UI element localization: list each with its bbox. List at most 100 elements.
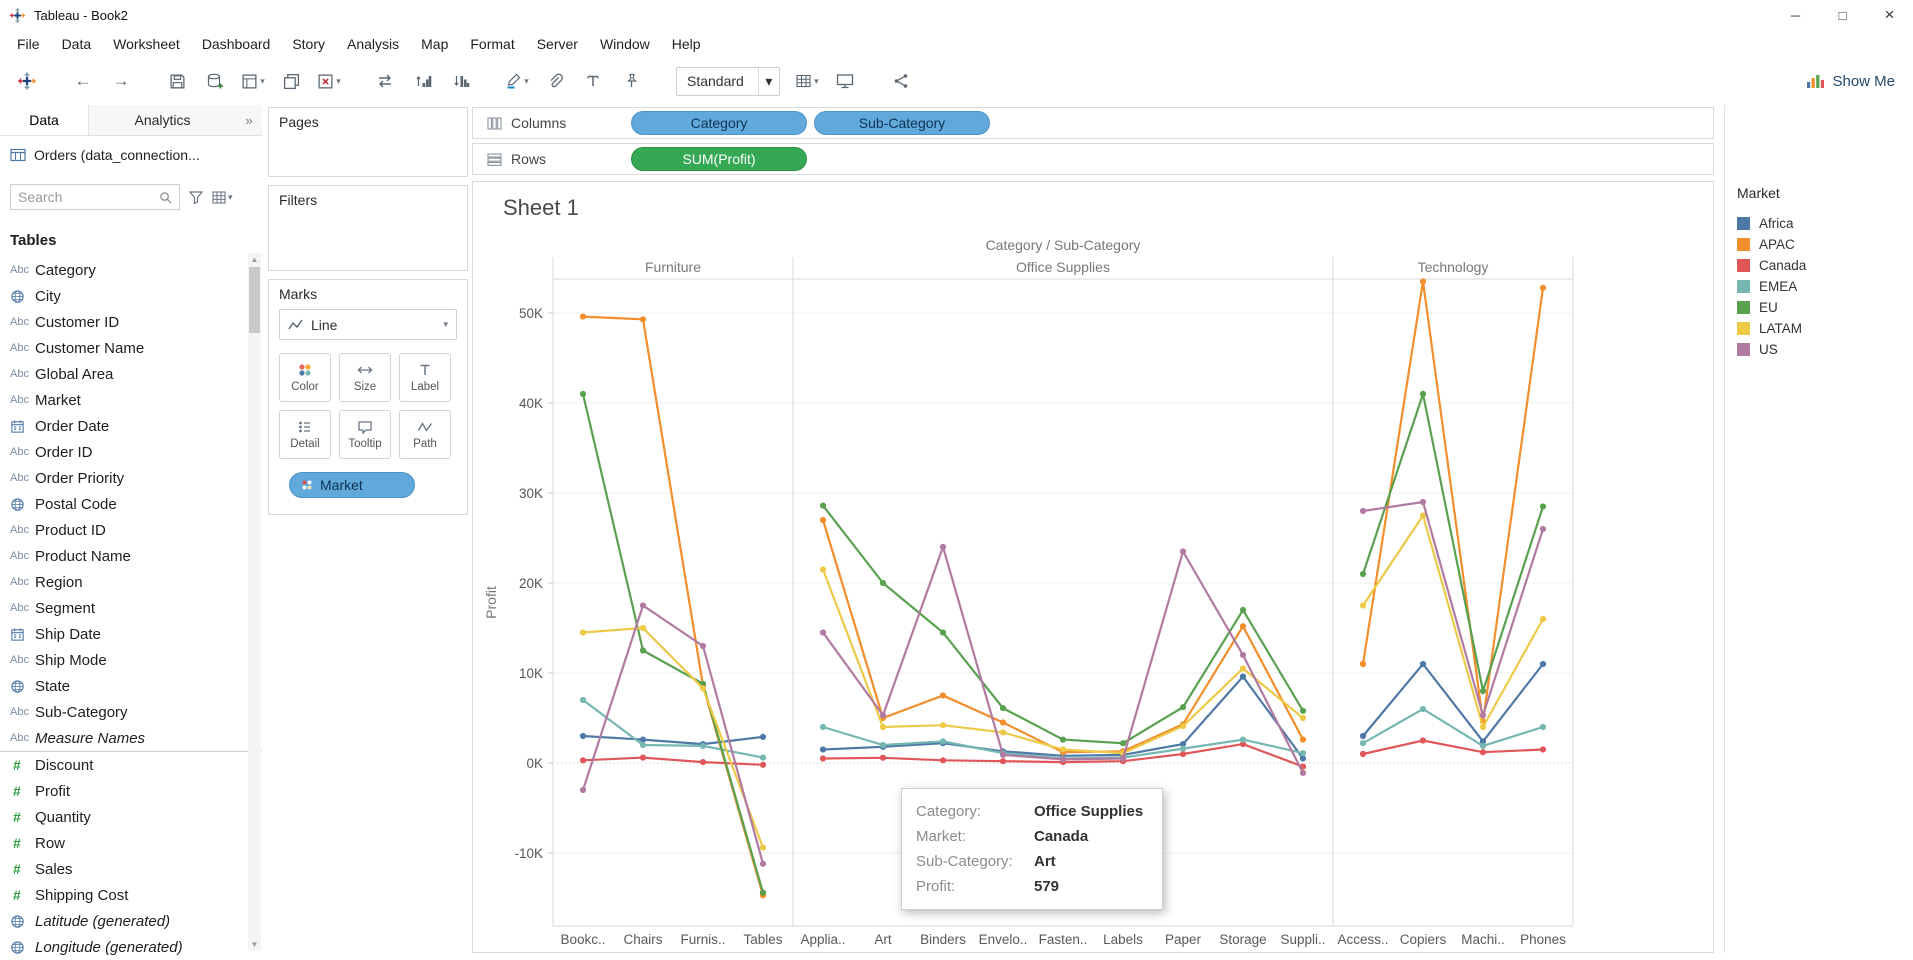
mark-apac[interactable]	[1539, 284, 1547, 291]
mark-us[interactable]	[1299, 769, 1307, 777]
series-line-africa[interactable]	[582, 734, 764, 746]
legend-item-eu[interactable]: EU	[1735, 297, 1905, 318]
field-region[interactable]: Abc Region	[0, 569, 262, 595]
label-button[interactable]: Label	[399, 353, 451, 402]
chevron-down-icon[interactable]: ▾	[757, 67, 779, 95]
field-segment[interactable]: Abc Segment	[0, 595, 262, 621]
new-worksheet-button[interactable]: ▾	[236, 65, 270, 97]
field-order-priority[interactable]: Abc Order Priority	[0, 465, 262, 491]
menu-data[interactable]: Data	[51, 30, 103, 57]
minimize-button[interactable]: ─	[1772, 0, 1819, 30]
field-city[interactable]: City	[0, 283, 262, 309]
mark-canada[interactable]	[1539, 746, 1547, 753]
mark-us[interactable]	[1479, 712, 1487, 719]
mark-emea[interactable]	[579, 696, 587, 704]
mark-apac[interactable]	[939, 692, 947, 699]
mark-us[interactable]	[579, 786, 587, 794]
series-line-eu[interactable]	[581, 393, 765, 893]
mark-latam[interactable]	[1299, 714, 1307, 722]
mark-latam[interactable]	[699, 685, 707, 692]
mark-canada[interactable]	[939, 757, 947, 764]
show-mark-labels-button[interactable]	[576, 65, 610, 97]
save-button[interactable]	[160, 65, 194, 97]
mark-eu[interactable]	[999, 705, 1007, 712]
tab-analytics[interactable]: Analytics	[89, 105, 236, 135]
mark-apac[interactable]	[1419, 278, 1427, 285]
mark-eu[interactable]	[759, 889, 767, 896]
mark-us[interactable]	[699, 642, 707, 650]
field-product-name[interactable]: Abc Product Name	[0, 543, 262, 569]
pill-market[interactable]: Market	[289, 472, 415, 498]
mark-emea[interactable]	[1179, 745, 1187, 752]
mark-eu[interactable]	[819, 502, 827, 509]
pill-sub-category[interactable]: Sub-Category	[814, 111, 990, 135]
series-line-eu[interactable]	[1361, 389, 1545, 696]
mark-emea[interactable]	[879, 741, 887, 749]
mark-us[interactable]	[639, 602, 647, 609]
series-line-africa[interactable]	[1362, 662, 1544, 744]
sort-ascending-button[interactable]	[406, 65, 440, 97]
mark-latam[interactable]	[1179, 723, 1187, 730]
field-category[interactable]: Abc Category	[0, 257, 262, 283]
mark-apac[interactable]	[999, 719, 1007, 726]
show-me-button[interactable]: Show Me	[1806, 73, 1895, 90]
mark-emea[interactable]	[1539, 723, 1547, 731]
mark-emea[interactable]	[819, 723, 827, 731]
mark-eu[interactable]	[1479, 687, 1487, 695]
mark-africa[interactable]	[1539, 660, 1547, 668]
legend-item-emea[interactable]: EMEA	[1735, 276, 1905, 297]
pane-menu-icon[interactable]: »	[236, 105, 262, 135]
mark-canada[interactable]	[1179, 750, 1187, 758]
mark-emea[interactable]	[1359, 740, 1367, 747]
mark-emea[interactable]	[1239, 736, 1247, 743]
mark-emea[interactable]	[1479, 742, 1487, 750]
series-line-emea[interactable]	[1362, 707, 1544, 748]
mark-us[interactable]	[759, 860, 767, 867]
field-sales[interactable]: # Sales	[0, 856, 262, 882]
mark-latam[interactable]	[1359, 602, 1367, 609]
mark-us[interactable]	[939, 543, 947, 551]
mark-eu[interactable]	[1119, 740, 1127, 747]
search-input[interactable]: Search	[10, 184, 180, 210]
field-state[interactable]: State	[0, 673, 262, 699]
mark-canada[interactable]	[1359, 750, 1367, 758]
mark-emea[interactable]	[1299, 750, 1307, 757]
close-button[interactable]: ×	[1866, 0, 1913, 30]
field-order-date[interactable]: Order Date	[0, 413, 262, 439]
scroll-up-icon[interactable]: ▲	[248, 253, 261, 266]
mark-eu[interactable]	[939, 629, 947, 636]
tab-data[interactable]: Data	[0, 105, 89, 135]
mark-eu[interactable]	[1539, 503, 1547, 510]
detail-button[interactable]: Detail	[279, 410, 331, 459]
mark-eu[interactable]	[1239, 606, 1247, 614]
size-button[interactable]: Size	[339, 353, 391, 402]
data-source-item[interactable]: Orders (data_connection...	[0, 141, 262, 169]
field-postal-code[interactable]: Postal Code	[0, 491, 262, 517]
legend-item-latam[interactable]: LATAM	[1735, 318, 1905, 339]
mark-canada[interactable]	[579, 757, 587, 764]
cell-size-button[interactable]: ▾	[790, 65, 824, 97]
mark-type-dropdown[interactable]: Line ▾	[279, 309, 457, 340]
field-customer-name[interactable]: Abc Customer Name	[0, 335, 262, 361]
mark-us[interactable]	[1059, 756, 1067, 763]
pill-category[interactable]: Category	[631, 111, 807, 135]
field-product-id[interactable]: Abc Product ID	[0, 517, 262, 543]
mark-africa[interactable]	[1239, 673, 1247, 680]
field-market[interactable]: Abc Market	[0, 387, 262, 413]
menu-dashboard[interactable]: Dashboard	[191, 30, 282, 57]
series-line-us[interactable]	[1362, 500, 1545, 720]
mark-us[interactable]	[1239, 651, 1247, 659]
mark-canada[interactable]	[999, 758, 1007, 765]
legend-item-us[interactable]: US	[1735, 339, 1905, 360]
mark-latam[interactable]	[639, 624, 647, 632]
field-global-area[interactable]: Abc Global Area	[0, 361, 262, 387]
pill-sum-profit[interactable]: SUM(Profit)	[631, 147, 807, 171]
mark-apac[interactable]	[639, 316, 647, 323]
sort-descending-button[interactable]	[444, 65, 478, 97]
mark-us[interactable]	[1179, 548, 1187, 555]
mark-africa[interactable]	[1359, 732, 1367, 740]
field-ship-date[interactable]: Ship Date	[0, 621, 262, 647]
legend-item-apac[interactable]: APAC	[1735, 234, 1905, 255]
field-sub-category[interactable]: Abc Sub-Category	[0, 699, 262, 725]
tableau-start-page-button[interactable]	[10, 65, 44, 97]
